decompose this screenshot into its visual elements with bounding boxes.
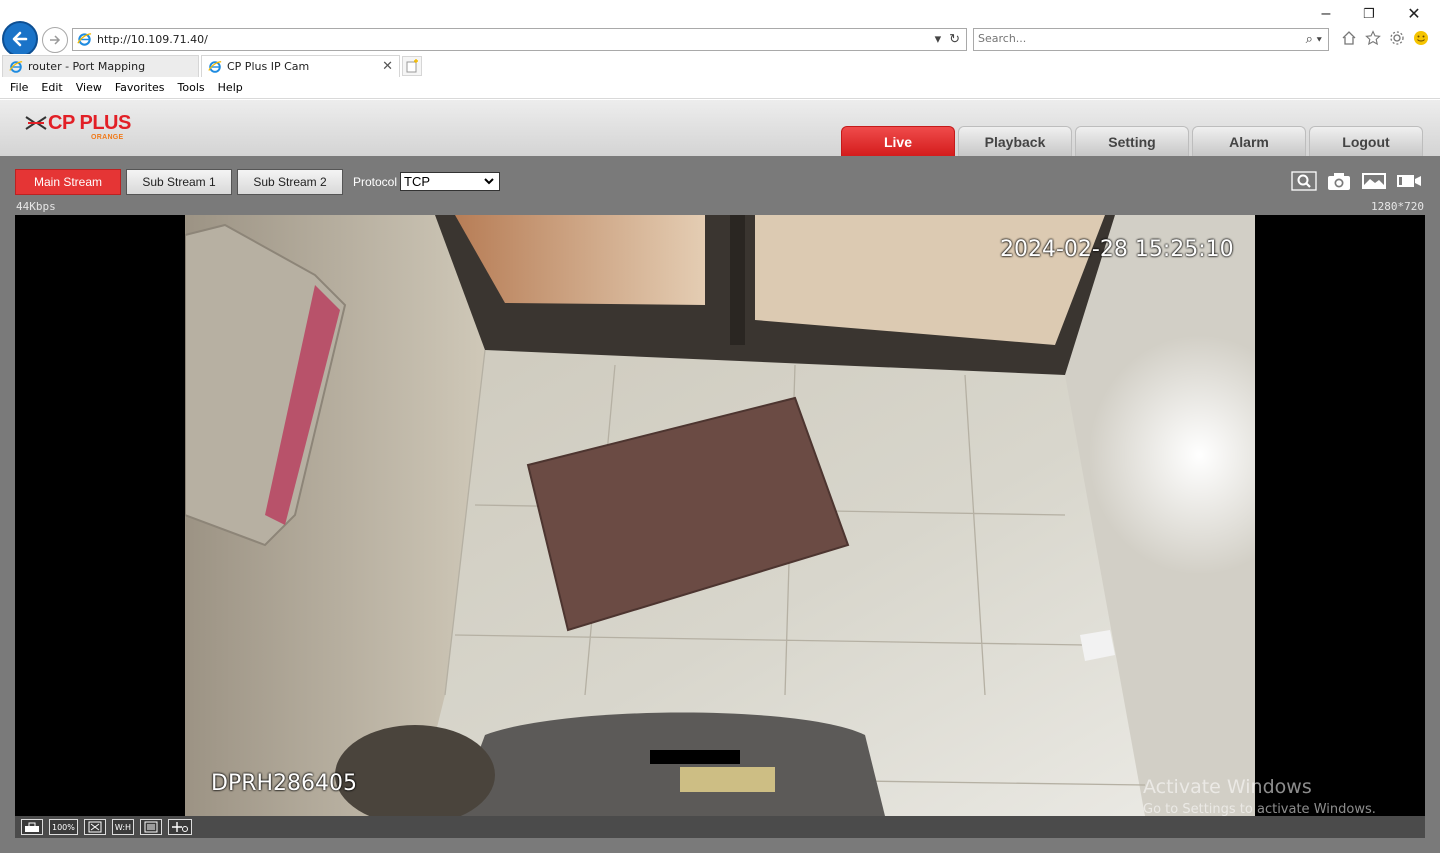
menu-file[interactable]: File (10, 81, 28, 94)
aspect-ratio-button[interactable]: W:H (111, 819, 135, 835)
ie-icon (9, 60, 23, 73)
fit-window-icon (25, 822, 39, 832)
bitrate-text: 44Kbps (16, 200, 56, 213)
stretch-button[interactable] (140, 819, 163, 835)
dropdown-icon[interactable]: ▾ (935, 31, 942, 47)
restore-icon[interactable]: ❐ (1359, 4, 1379, 24)
osd-camera-name: DPRH286405 (211, 771, 358, 796)
forward-button[interactable] (42, 27, 68, 53)
zoom-100-button[interactable]: 100% (49, 819, 78, 835)
zoom-search-icon (1290, 171, 1317, 191)
sub-stream-2-button[interactable]: Sub Stream 2 (237, 169, 343, 195)
camera-scene-image (185, 215, 1255, 816)
nav-setting[interactable]: Setting (1075, 126, 1189, 156)
search-dropdown-icon[interactable]: ▾ (1317, 31, 1322, 46)
zoom-search-button[interactable] (1290, 170, 1317, 192)
close-window-icon[interactable]: ✕ (1404, 4, 1424, 24)
page-footer-area (0, 838, 1440, 853)
logo-text: CP PLUS (48, 112, 131, 134)
fullscreen-icon (88, 821, 102, 833)
app-header: CP PLUS ORANGE Live Playback Setting Ala… (0, 100, 1440, 156)
nav-alarm[interactable]: Alarm (1192, 126, 1306, 156)
nav-logout[interactable]: Logout (1309, 126, 1423, 156)
smiley-icon[interactable] (1412, 29, 1430, 47)
camera-icon (1327, 173, 1350, 190)
snapshot-button[interactable] (1325, 170, 1352, 192)
favorites-star-icon[interactable] (1364, 29, 1382, 47)
search-box[interactable]: ⌕ ▾ (973, 28, 1329, 51)
nav-live[interactable]: Live (841, 126, 955, 156)
page-margin-left (0, 200, 15, 840)
address-url: http://10.109.71.40/ (97, 33, 208, 46)
new-tab-button[interactable] (402, 56, 422, 76)
menu-view[interactable]: View (76, 81, 102, 94)
menu-bar: File Edit View Favorites Tools Help (0, 77, 1440, 99)
picture-icon (1361, 173, 1386, 189)
logo-sub: ORANGE (91, 134, 124, 141)
main-nav: Live Playback Setting Alarm Logout (841, 126, 1423, 156)
record-button[interactable] (1395, 170, 1422, 192)
fit-window-button[interactable] (21, 819, 43, 835)
back-arrow-icon (12, 31, 28, 47)
osd-timestamp: 2024-02-28 15:25:10 (1000, 237, 1234, 262)
logo-mark-icon (25, 116, 47, 130)
stretch-icon (144, 821, 158, 833)
fullscreen-button[interactable] (83, 819, 106, 835)
protocol-select[interactable]: TCP (400, 172, 500, 191)
minimize-icon[interactable]: – (1316, 4, 1336, 24)
stream-info-bar: 44Kbps 1280*720 (0, 200, 1440, 215)
browser-address-row: http://10.109.71.40/ ▾ ↻ ⌕ ▾ – ❐ ✕ (0, 0, 1440, 57)
refresh-icon[interactable]: ↻ (949, 31, 960, 47)
ptz-icon (172, 822, 189, 832)
address-bar[interactable]: http://10.109.71.40/ ▾ ↻ (72, 28, 967, 51)
windows-watermark-subtitle: Go to Settings to activate Windows. (1143, 802, 1376, 816)
main-stream-button[interactable]: Main Stream (15, 169, 121, 195)
page-margin-right (1425, 200, 1440, 840)
camera-feed-image: 2024-02-28 15:25:10 DPRH286405 (185, 215, 1255, 816)
protocol-value: TCP (404, 174, 430, 189)
menu-tools[interactable]: Tools (178, 81, 205, 94)
stream-toolbar: Main Stream Sub Stream 1 Sub Stream 2 Pr… (0, 156, 1440, 200)
ptz-button[interactable] (168, 819, 193, 835)
tab-label: router - Port Mapping (28, 60, 146, 73)
new-tab-icon (406, 59, 418, 73)
picture-button[interactable] (1360, 170, 1387, 192)
home-icon[interactable] (1340, 29, 1358, 47)
menu-help[interactable]: Help (218, 81, 243, 94)
resolution-text: 1280*720 (1371, 200, 1424, 213)
chevron-down-icon (484, 178, 494, 185)
ie-icon (77, 33, 92, 46)
tab-row: router - Port Mapping CP Plus IP Cam ✕ (0, 54, 1440, 77)
tab-cpplus[interactable]: CP Plus IP Cam ✕ (201, 55, 400, 77)
live-video-frame[interactable]: 2024-02-28 15:25:10 DPRH286405 Activate … (15, 215, 1425, 816)
sub-stream-1-button[interactable]: Sub Stream 1 (126, 169, 232, 195)
video-record-icon (1396, 175, 1421, 187)
gear-icon[interactable] (1388, 29, 1406, 47)
search-icon[interactable]: ⌕ (1306, 31, 1313, 46)
back-button[interactable] (2, 21, 38, 57)
nav-playback[interactable]: Playback (958, 126, 1072, 156)
tab-close-icon[interactable]: ✕ (382, 59, 393, 74)
search-input[interactable] (978, 32, 1278, 45)
forward-arrow-icon (50, 35, 61, 45)
windows-watermark-title: Activate Windows (1143, 776, 1312, 798)
video-control-bar: 100% W:H (15, 816, 1425, 838)
tab-label: CP Plus IP Cam (227, 60, 310, 73)
menu-edit[interactable]: Edit (41, 81, 62, 94)
tab-router[interactable]: router - Port Mapping (2, 55, 199, 77)
ie-icon (208, 60, 222, 73)
protocol-label: Protocol (353, 175, 398, 189)
menu-favorites[interactable]: Favorites (115, 81, 165, 94)
